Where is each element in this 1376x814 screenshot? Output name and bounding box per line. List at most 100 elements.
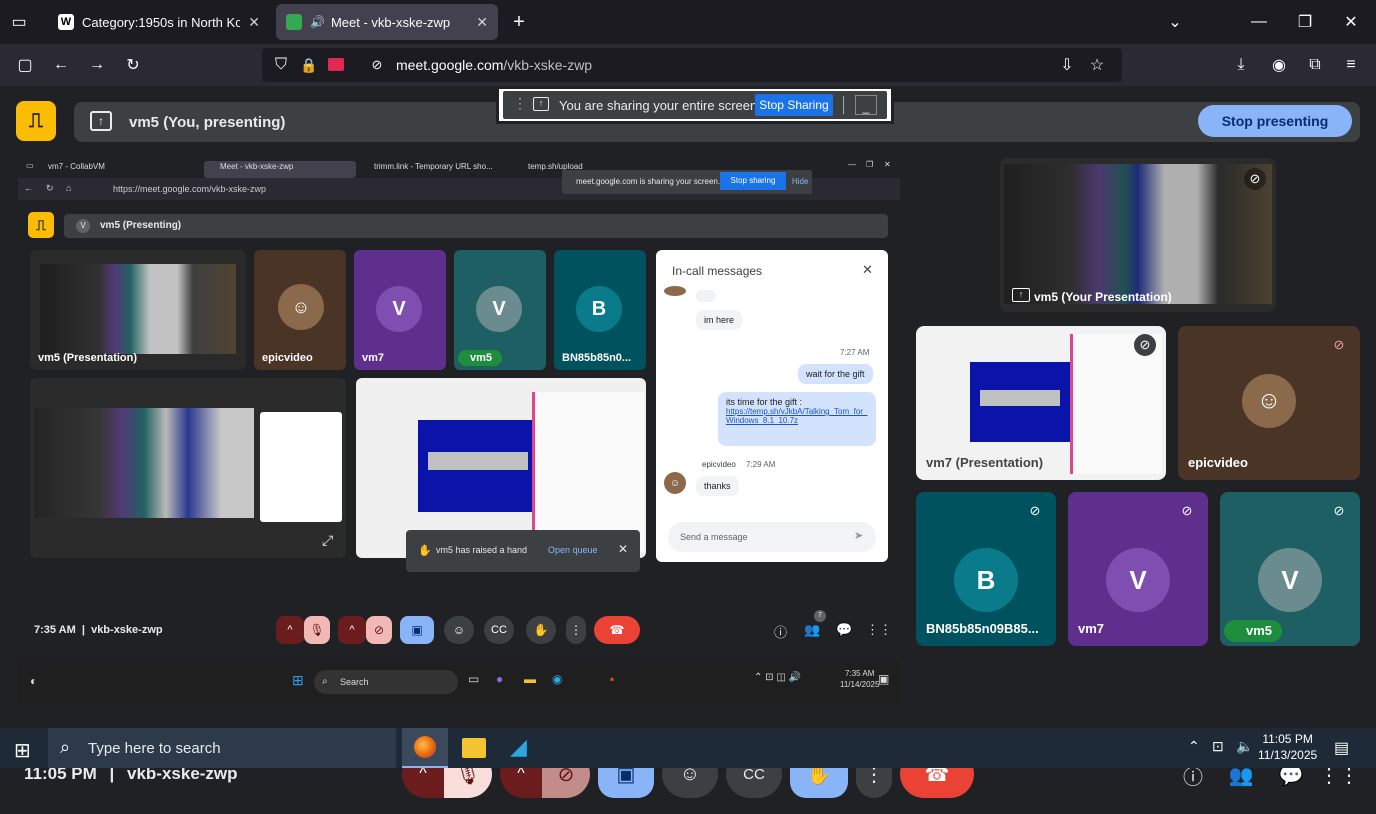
inner-tab: Meet - vkb-xske-zwp bbox=[220, 162, 294, 171]
hand-raised-text: vm5 has raised a hand bbox=[436, 545, 528, 555]
shared-screen: ▭ vm7 - CollabVM Meet - vkb-xske-zwp tri… bbox=[18, 156, 900, 704]
chat-placeholder: Send a message bbox=[680, 532, 748, 542]
show-hidden-icons[interactable]: ⌃ bbox=[1188, 738, 1200, 755]
vm-dialog bbox=[980, 390, 1060, 406]
meet-logo-icon: ⎍ bbox=[28, 212, 54, 238]
tab-wikipedia[interactable]: W Category:1950s in North Korea ✕ bbox=[48, 4, 270, 40]
talking-tom-avatar: ☺ bbox=[278, 284, 324, 330]
tab-overview-icon[interactable]: ▭ bbox=[8, 11, 30, 33]
back-icon[interactable]: ← bbox=[50, 54, 72, 76]
close-window-icon[interactable]: ✕ bbox=[1340, 11, 1362, 33]
inner-search-text: Search bbox=[340, 677, 369, 687]
tracking-shield-icon[interactable]: ⛉ bbox=[270, 54, 292, 76]
inner-clock-time: 7:35 AM bbox=[845, 669, 875, 678]
inner-tile-epicvideo: ☺ epicvideo bbox=[254, 250, 346, 370]
windows-start-icon[interactable]: ⊞ bbox=[14, 738, 31, 763]
inner-share-notice: meet.google.com is sharing your screen. … bbox=[562, 170, 812, 194]
tile-epicvideo[interactable]: ☺ ⊘ epicvideo bbox=[1178, 326, 1360, 480]
search-icon: ⌕ bbox=[60, 737, 71, 757]
windows-start-icon: ⊞ bbox=[292, 672, 304, 688]
inner-people-count: 7 bbox=[814, 610, 826, 622]
inner-search-box: ⌕ Search bbox=[314, 670, 458, 694]
talking-tom-avatar: ☺ bbox=[1242, 374, 1296, 428]
volume-icon[interactable]: 🔈 bbox=[1236, 738, 1253, 755]
vscode-icon[interactable]: ◢ bbox=[510, 734, 527, 760]
reload-icon[interactable]: ↻ bbox=[122, 54, 144, 76]
inner-tab: trimm.link - Temporary URL sho... bbox=[374, 162, 493, 171]
tile-vm7[interactable]: V ⊘ vm7 bbox=[1068, 492, 1208, 646]
mute-icon: ⊘ bbox=[1333, 503, 1345, 518]
forward-icon[interactable]: → bbox=[86, 54, 108, 76]
avatar: V bbox=[1106, 548, 1170, 612]
drag-handle-icon[interactable]: ⋮ bbox=[513, 95, 527, 112]
close-icon: ✕ bbox=[884, 160, 891, 169]
lock-icon[interactable]: 🔒 bbox=[298, 54, 320, 76]
inner-clock-date: 11/14/2025 bbox=[840, 680, 880, 689]
new-tab-icon[interactable]: + bbox=[508, 11, 530, 33]
url-text[interactable]: meet.google.com/vkb-xske-zwp bbox=[396, 57, 592, 73]
tab-meet[interactable]: 🔊 Meet - vkb-xske-zwp ✕ bbox=[276, 4, 498, 40]
meet-logo-icon: ⎍ bbox=[16, 101, 56, 141]
tile-name: BN85b85n0... bbox=[562, 352, 632, 364]
install-app-icon[interactable]: ⇩ bbox=[1056, 54, 1078, 76]
mute-icon: ⊘ bbox=[1244, 168, 1266, 190]
sender-avatar: ☺ bbox=[664, 472, 686, 494]
mute-icon: ⊘ bbox=[1333, 337, 1345, 352]
taskbar-search-box[interactable]: ⌕ Type here to search bbox=[48, 728, 396, 768]
send-icon: ➤ bbox=[854, 530, 864, 542]
tray-icons: ⌃ ⊡ ◫ 🔊 bbox=[754, 672, 801, 683]
avatar: V bbox=[76, 219, 90, 233]
app-icon: ▪ bbox=[610, 672, 615, 686]
network-icon[interactable]: ⊡ bbox=[1212, 738, 1224, 755]
avatar: B bbox=[576, 286, 622, 332]
menu-icon[interactable]: ≡ bbox=[1340, 54, 1362, 76]
inner-camera-off-icon: ⊘ bbox=[366, 616, 392, 644]
in-call-messages-panel: In-call messages ✕ im here 7:27 AM wait … bbox=[656, 250, 888, 562]
present-screen-icon: ↑ bbox=[90, 111, 112, 131]
recursive-screen-image bbox=[34, 408, 254, 518]
tile-bn85[interactable]: B ⊘ BN85b85n09B85... bbox=[916, 492, 1056, 646]
hand-raised-toast: ✋ vm5 has raised a hand Open queue ✕ bbox=[406, 530, 640, 572]
stop-presenting-button[interactable]: Stop presenting bbox=[1198, 105, 1352, 137]
stop-sharing-button[interactable]: Stop Sharing bbox=[755, 94, 833, 116]
inner-captions-icon: CC bbox=[484, 616, 514, 644]
url-bar[interactable]: ⛉ 🔒 ⊘ meet.google.com/vkb-xske-zwp ⇩ ☆ bbox=[262, 48, 1122, 82]
tile-your-presentation[interactable]: ⊘ ↑ vm5 (Your Presentation) bbox=[1000, 158, 1276, 312]
sidebar-icon[interactable]: ▢ bbox=[14, 54, 36, 76]
account-icon[interactable]: ◉ bbox=[1268, 54, 1290, 76]
expand-icon: ⤢ bbox=[322, 532, 334, 548]
minimize-banner-button[interactable]: _ bbox=[855, 95, 877, 115]
tab-title: Meet - vkb-xske-zwp bbox=[330, 14, 451, 30]
inner-meet-view: ⎍ V vm5 (Presenting) vm5 (Presentation) … bbox=[18, 200, 900, 660]
close-tab-icon[interactable]: ✕ bbox=[476, 14, 488, 31]
close-tab-icon[interactable]: ✕ bbox=[248, 14, 260, 31]
tile-vm5[interactable]: V ⊘ vm5 bbox=[1220, 492, 1360, 646]
chat-message-text: its time for the gift : bbox=[726, 397, 803, 407]
tile-vm7-presentation[interactable]: ⊘ vm7 (Presentation) bbox=[916, 326, 1166, 480]
screen-share-icon[interactable] bbox=[328, 58, 344, 71]
taskbar-time: 11:05 PM bbox=[1262, 732, 1313, 746]
notifications-icon[interactable]: ▤ bbox=[1334, 738, 1349, 758]
avatar: V bbox=[376, 286, 422, 332]
taskbar-clock[interactable]: 11:05 PM 11/13/2025 bbox=[1258, 731, 1317, 763]
browser-nav-bar: ▢ ← → ↻ ⛉ 🔒 ⊘ meet.google.com/vkb-xske-z… bbox=[0, 44, 1376, 86]
firefox-taskbar-button[interactable] bbox=[402, 728, 448, 768]
taskview-icon: ▭ bbox=[468, 672, 480, 686]
maximize-icon[interactable]: ❐ bbox=[1294, 11, 1316, 33]
chat-message: thanks bbox=[696, 476, 739, 496]
tile-name: vm7 bbox=[1078, 621, 1105, 636]
minimize-icon[interactable]: — bbox=[1248, 11, 1270, 33]
wikipedia-favicon-icon: W bbox=[58, 14, 74, 30]
file-explorer-icon[interactable] bbox=[462, 738, 486, 758]
inner-nav-bar: ← ↻ ⌂ https://meet.google.com/vkb-xske-z… bbox=[18, 170, 900, 200]
extensions-icon[interactable]: ⧉ bbox=[1304, 54, 1326, 76]
list-tabs-icon[interactable]: ⌄ bbox=[1164, 11, 1186, 33]
speaker-icon[interactable]: 🔊 bbox=[310, 15, 325, 29]
camera-mic-blocked-icon[interactable]: ⊘ bbox=[366, 54, 388, 76]
share-banner-text: You are sharing your entire screen. bbox=[559, 97, 761, 113]
tile-name: vm7 bbox=[362, 352, 385, 364]
chat-link: https://temp.sh/vJkbA/Talking_Tom_for_Wi… bbox=[726, 407, 868, 425]
downloads-icon[interactable]: ⤓ bbox=[1230, 54, 1252, 76]
bookmark-star-icon[interactable]: ☆ bbox=[1086, 54, 1108, 76]
tab-overview-icon: ▭ bbox=[26, 161, 34, 170]
